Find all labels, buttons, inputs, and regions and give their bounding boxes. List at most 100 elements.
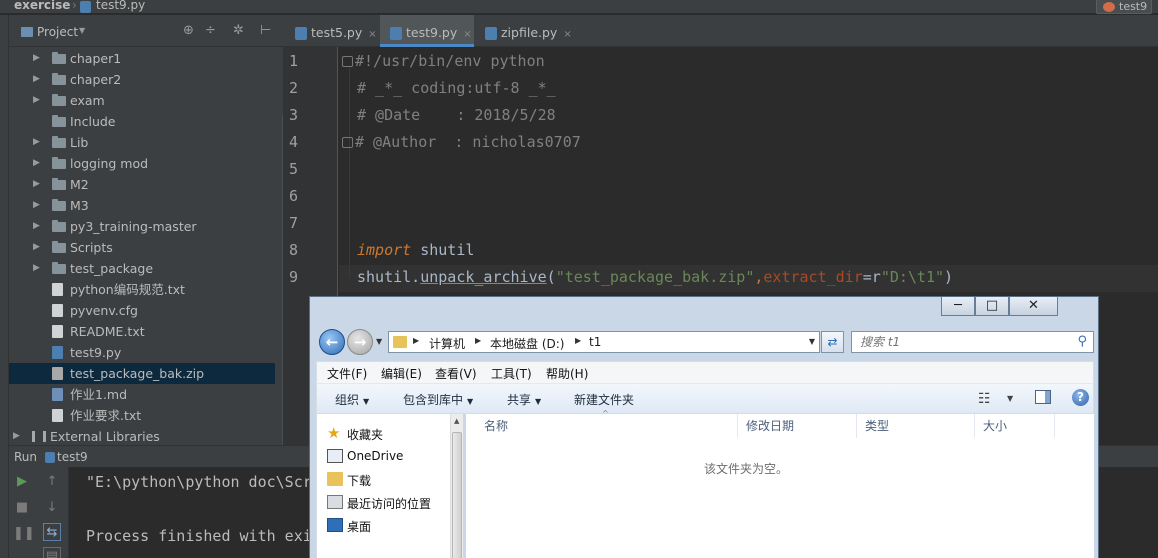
run-config-select[interactable]: test9 <box>1096 0 1152 14</box>
change-view-icon[interactable]: ☷ <box>978 391 991 407</box>
tree-item[interactable]: Include <box>9 111 275 132</box>
fold-icon[interactable] <box>342 137 353 148</box>
tree-item[interactable]: ▶ logging mod <box>9 153 275 174</box>
file-list[interactable]: ^ 名称 修改日期 类型 大小 该文件夹为空。 <box>466 409 1094 558</box>
nav-recent-places[interactable]: 最近访问的位置 <box>347 495 431 512</box>
column-size[interactable]: 大小 <box>975 414 1055 438</box>
breadcrumb-separator[interactable]: ▶ <box>475 336 481 345</box>
soft-wrap-icon[interactable]: ⇆ <box>43 523 61 541</box>
expand-arrow-icon[interactable]: ▶ <box>33 48 40 69</box>
tree-item[interactable]: ▶ External Libraries <box>9 426 275 447</box>
expand-arrow-icon[interactable]: ▶ <box>33 195 40 216</box>
tree-item[interactable]: ▶ chaper2 <box>9 69 275 90</box>
tree-item[interactable]: test_package_bak.zip <box>9 363 275 384</box>
column-name[interactable]: 名称 <box>476 414 738 438</box>
close-icon[interactable]: × <box>563 29 571 40</box>
close-icon[interactable]: × <box>368 29 376 40</box>
tree-item[interactable]: 作业1.md <box>9 384 275 405</box>
tree-item[interactable]: ▶ M2 <box>9 174 275 195</box>
address-bar[interactable]: ▶ 计算机 ▶ 本地磁盘 (D:) ▶ t1 ▼ <box>388 331 820 353</box>
tab-test5[interactable]: test5.py × <box>285 15 379 47</box>
expand-arrow-icon[interactable]: ▶ <box>33 216 40 237</box>
sync-icon[interactable]: ⊕ <box>183 23 194 38</box>
collapse-icon[interactable]: ÷ <box>205 23 216 38</box>
scrollbar-thumb[interactable] <box>452 432 462 558</box>
nav-onedrive[interactable]: OneDrive <box>347 449 403 463</box>
organize-button[interactable]: 组织 ▼ <box>335 391 369 408</box>
tree-item[interactable]: ▶ M3 <box>9 195 275 216</box>
tree-item[interactable]: 作业要求.txt <box>9 405 275 426</box>
stop-icon[interactable]: ■ <box>13 499 31 517</box>
minimize-button[interactable]: ─ <box>941 297 975 316</box>
nav-desktop[interactable]: 桌面 <box>347 518 371 535</box>
scroll-up-icon[interactable]: ▲ <box>454 417 459 425</box>
menu-help[interactable]: 帮助(H) <box>546 365 588 382</box>
tree-item[interactable]: pyvenv.cfg <box>9 300 275 321</box>
expand-arrow-icon[interactable]: ▶ <box>33 90 40 111</box>
include-in-library-button[interactable]: 包含到库中 ▼ <box>403 391 473 408</box>
tree-item[interactable]: ▶ Lib <box>9 132 275 153</box>
tree-item[interactable]: ▶ test_package <box>9 258 275 279</box>
search-input[interactable] <box>860 334 1060 350</box>
help-icon[interactable]: ? <box>1072 389 1089 406</box>
tab-test9[interactable]: test9.py × <box>380 15 474 47</box>
search-icon[interactable]: ⚲ <box>1077 334 1087 349</box>
chevron-down-icon[interactable]: ▼ <box>1007 394 1013 403</box>
tree-item[interactable]: ▶ exam <box>9 90 275 111</box>
scroll-up-icon[interactable]: ↑ <box>43 473 61 491</box>
pause-icon[interactable]: ❚❚ <box>13 525 35 543</box>
breadcrumb-folder[interactable]: t1 <box>589 335 601 349</box>
tab-zipfile[interactable]: zipfile.py × <box>475 15 575 47</box>
tree-item[interactable]: README.txt <box>9 321 275 342</box>
breadcrumb-separator[interactable]: ▶ <box>575 336 581 345</box>
tree-item[interactable]: python编码规范.txt <box>9 279 275 300</box>
rerun-icon[interactable]: ▶ <box>13 473 31 491</box>
print-icon[interactable]: ▤ <box>43 547 61 558</box>
menu-edit[interactable]: 编辑(E) <box>381 365 422 382</box>
expand-arrow-icon[interactable]: ▶ <box>33 132 40 153</box>
search-box[interactable]: ⚲ <box>851 331 1094 353</box>
chevron-down-icon[interactable]: ▼ <box>79 26 85 35</box>
gear-icon[interactable]: ✲ <box>233 23 244 38</box>
close-button[interactable]: ✕ <box>1009 297 1058 316</box>
nav-file-crumb[interactable]: test9.py <box>96 0 145 12</box>
tree-item[interactable]: test9.py <box>9 342 275 363</box>
column-type[interactable]: 类型 <box>857 414 975 438</box>
run-panel-title[interactable]: Run <box>14 450 37 464</box>
breadcrumb-separator[interactable]: ▶ <box>413 336 419 345</box>
fold-icon[interactable] <box>342 56 353 67</box>
expand-arrow-icon[interactable]: ▶ <box>33 258 40 279</box>
expand-arrow-icon[interactable]: ▶ <box>33 69 40 90</box>
project-panel-title[interactable]: Project <box>37 25 78 39</box>
address-dropdown[interactable]: ▼ <box>809 337 815 346</box>
navigation-scrollbar[interactable]: ▲ <box>450 414 463 558</box>
refresh-button[interactable]: ⇄ <box>821 331 844 353</box>
nav-favorites[interactable]: 收藏夹 <box>347 426 383 443</box>
preview-pane-icon[interactable] <box>1035 390 1051 404</box>
nav-project-crumb[interactable]: exercise <box>14 0 70 12</box>
recent-pages-dropdown[interactable]: ▼ <box>376 337 382 346</box>
breadcrumb-computer[interactable]: 计算机 <box>429 335 465 352</box>
expand-arrow-icon[interactable]: ▶ <box>33 174 40 195</box>
share-button[interactable]: 共享 ▼ <box>507 391 541 408</box>
expand-arrow-icon[interactable]: ▶ <box>33 153 40 174</box>
menu-tools[interactable]: 工具(T) <box>491 365 532 382</box>
maximize-button[interactable]: □ <box>975 297 1009 316</box>
new-folder-button[interactable]: 新建文件夹 <box>574 391 634 408</box>
back-button[interactable]: ← <box>319 329 345 355</box>
scroll-down-icon[interactable]: ↓ <box>43 499 61 517</box>
breadcrumb-drive[interactable]: 本地磁盘 (D:) <box>490 335 564 352</box>
tree-item[interactable]: ▶ Scripts <box>9 237 275 258</box>
expand-arrow-icon[interactable]: ▶ <box>13 426 20 447</box>
hide-panel-icon[interactable]: ⊢ <box>260 23 271 38</box>
close-icon[interactable]: × <box>463 29 471 40</box>
tree-item[interactable]: ▶ chaper1 <box>9 48 275 69</box>
expand-arrow-icon[interactable]: ▶ <box>33 237 40 258</box>
menu-view[interactable]: 查看(V) <box>435 365 477 382</box>
tree-item[interactable]: ▶ py3_training-master <box>9 216 275 237</box>
menu-file[interactable]: 文件(F) <box>327 365 367 382</box>
column-date-modified[interactable]: 修改日期 <box>738 414 857 438</box>
forward-button[interactable]: → <box>347 329 373 355</box>
tool-window-strip[interactable] <box>0 15 9 558</box>
run-config-tab[interactable]: test9 <box>57 450 88 464</box>
